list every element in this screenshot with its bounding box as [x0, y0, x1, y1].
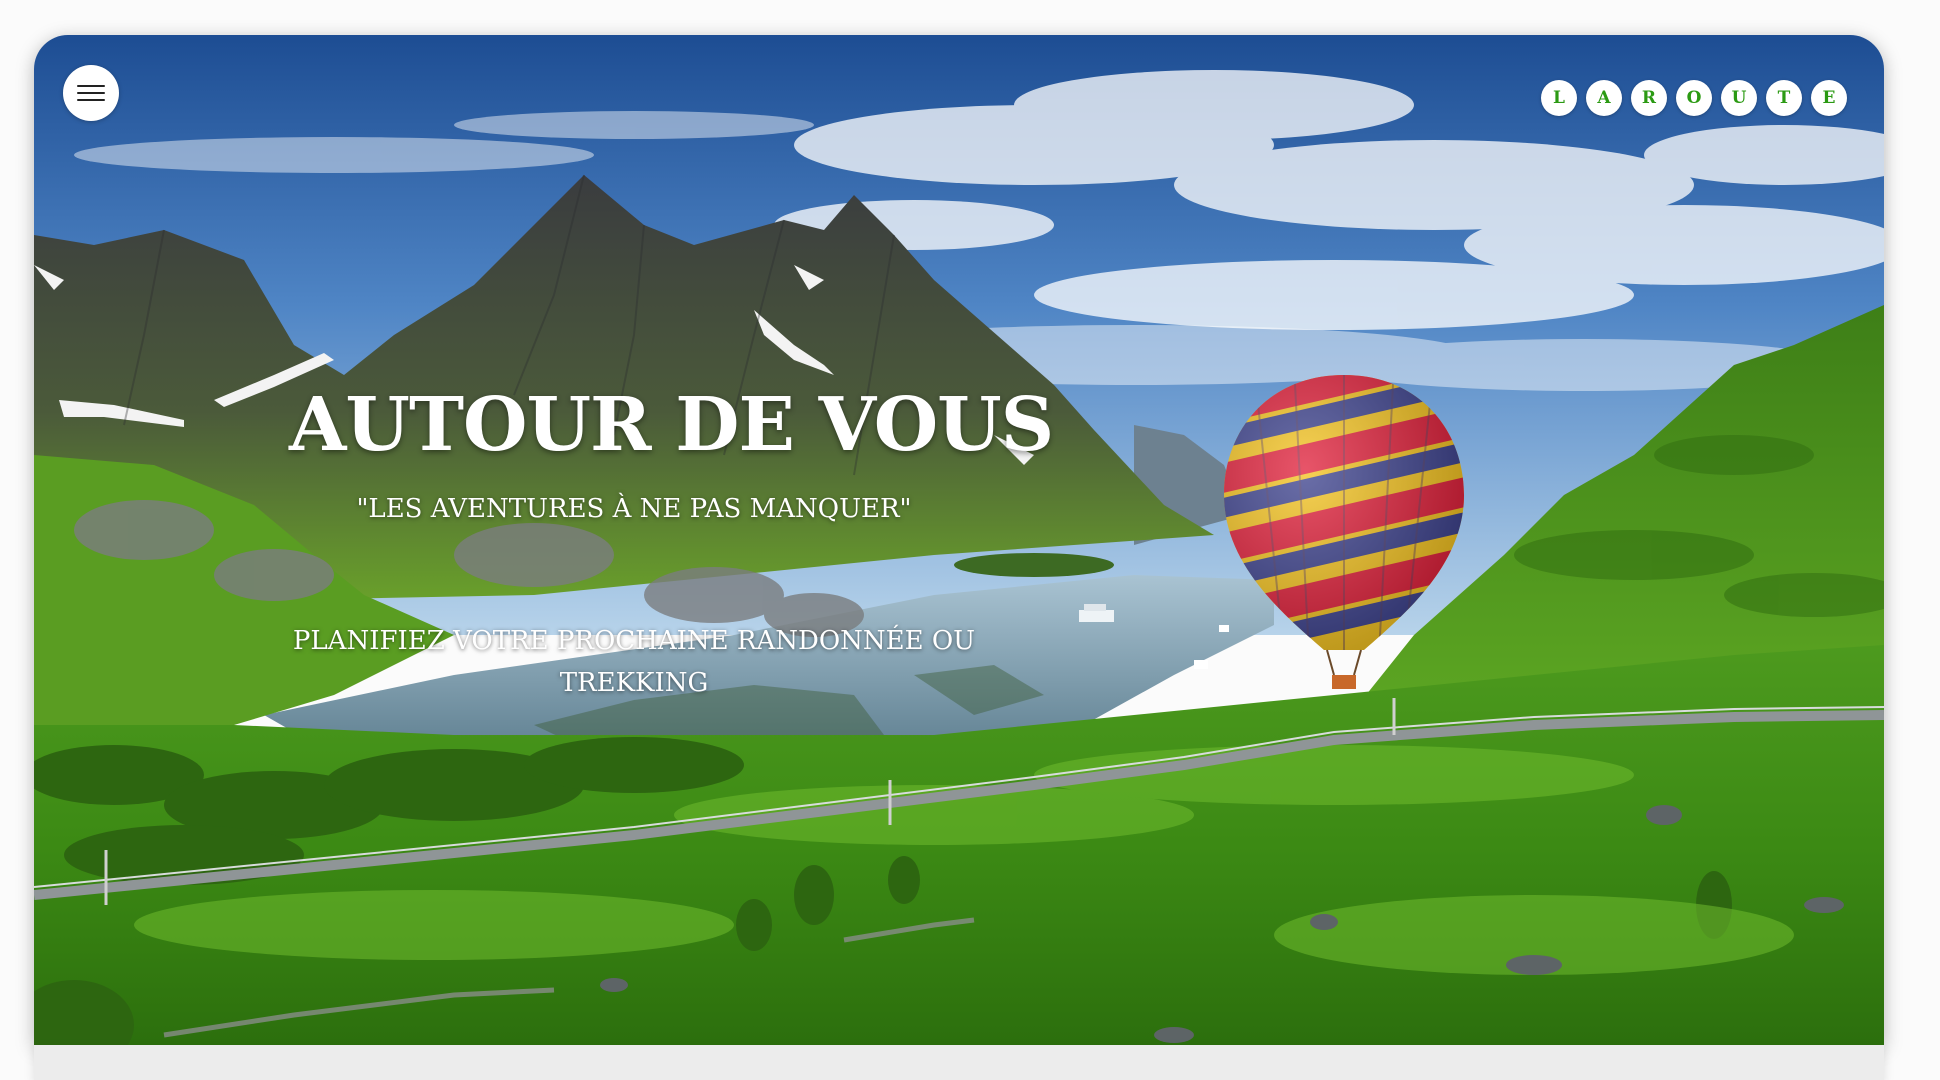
logo-letter-l: L: [1541, 80, 1577, 116]
hero-tagline: PLANIFIEZ VOTRE PROCHAINE RANDONNÉE OU T…: [292, 626, 976, 698]
logo-letter-a: A: [1586, 80, 1622, 116]
hero-subtitle: "LES AVENTURES À NE PAS MANQUER": [356, 494, 912, 524]
hamburger-menu-button[interactable]: [63, 65, 119, 121]
logo-letter-t: T: [1766, 80, 1802, 116]
hero-title: AUTOUR DE VOUS: [289, 382, 1054, 468]
logo-letter-u: U: [1721, 80, 1757, 116]
site-logo[interactable]: L A R O U T E: [1541, 80, 1847, 116]
next-section-preview: [34, 1045, 1884, 1080]
logo-letter-r: R: [1631, 80, 1667, 116]
logo-letter-e: E: [1811, 80, 1847, 116]
hamburger-menu-icon-line: [77, 92, 105, 94]
hero-section: L A R O U T E AUTOUR DE VOUS "LES AVENTU…: [34, 35, 1884, 1045]
hamburger-menu-icon: [77, 85, 105, 87]
hamburger-menu-icon-line: [77, 99, 105, 101]
page: L A R O U T E AUTOUR DE VOUS "LES AVENTU…: [0, 0, 1940, 1080]
logo-letter-o: O: [1676, 80, 1712, 116]
hero-landscape-image: [34, 35, 1884, 1045]
